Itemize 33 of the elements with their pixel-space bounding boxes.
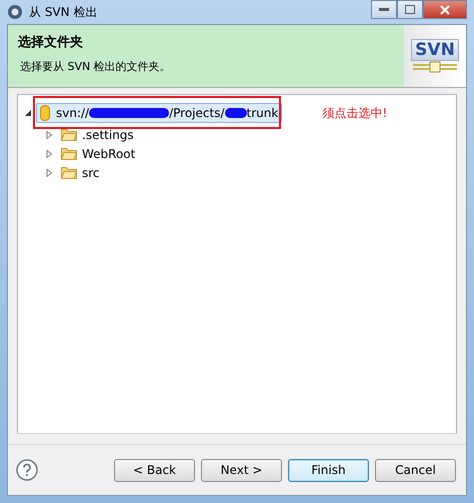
- database-icon: [40, 105, 50, 121]
- folder-name: src: [82, 166, 100, 180]
- help-icon[interactable]: [16, 459, 38, 481]
- tree-item[interactable]: svn:// /Projects/ trunk: [36, 103, 282, 123]
- dialog-button[interactable]: Finish: [288, 458, 369, 482]
- annotation-text: 须点击选中!: [322, 104, 388, 122]
- folder-icon: [61, 128, 77, 141]
- folder-icon: [61, 166, 77, 179]
- tree-item[interactable]: src: [57, 164, 104, 182]
- repository-url-text: /Projects/: [169, 106, 224, 120]
- minimize-icon: [379, 8, 389, 12]
- close-button[interactable]: [423, 0, 467, 19]
- maximize-icon: [405, 5, 415, 14]
- expand-arrow-icon[interactable]: [24, 109, 32, 117]
- dialog-button[interactable]: Cancel: [375, 458, 456, 482]
- minimize-button[interactable]: [371, 0, 397, 19]
- dialog-button[interactable]: Next >: [201, 458, 282, 482]
- svn-logo: SVN: [404, 25, 466, 87]
- gear-icon: [7, 4, 23, 20]
- folder-icon: [61, 147, 77, 160]
- tree-item[interactable]: .settings: [57, 126, 138, 144]
- folder-name: .settings: [82, 128, 134, 142]
- folder-name: WebRoot: [82, 146, 136, 160]
- tree-item[interactable]: WebRoot: [57, 144, 140, 162]
- maximize-button[interactable]: [397, 0, 423, 19]
- dialog-button[interactable]: < Back: [114, 458, 195, 482]
- window-title: 从 SVN 检出: [29, 4, 98, 20]
- close-icon: [440, 4, 450, 14]
- page-title: 选择文件夹: [18, 34, 84, 51]
- page-description: 选择要从 SVN 检出的文件夹。: [19, 59, 172, 74]
- repository-url-text: svn://: [56, 106, 90, 120]
- redaction-mark: [224, 106, 246, 120]
- repository-url-text: trunk: [246, 106, 278, 120]
